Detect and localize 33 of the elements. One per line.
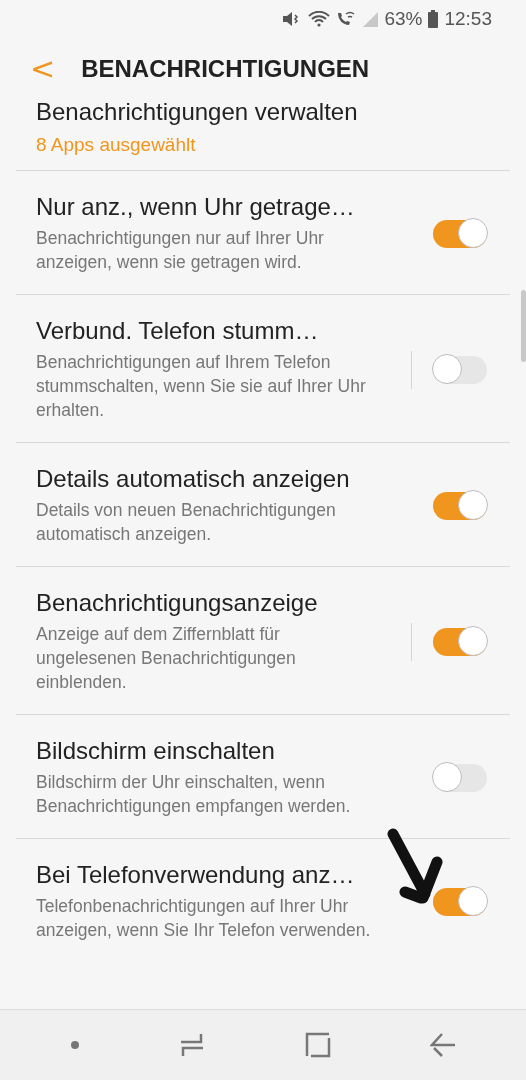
setting-title: Bei Telefonverwendung anz… bbox=[36, 861, 356, 889]
setting-description: Anzeige auf dem Ziffernblatt für ungelesenen Benachrichtigungen einblenden. bbox=[36, 623, 297, 694]
wifi-icon bbox=[308, 11, 331, 27]
setting-title: Bildschirm einschalten bbox=[36, 737, 276, 765]
setting-description: Telefonbenachrichtigungen auf Ihrer Uhr anzeigen, wenn Sie Ihr Telefon verwenden. bbox=[36, 895, 372, 942]
setting-title: Benachrichtigungen verwalten bbox=[36, 100, 359, 126]
setting-title: Verbund. Telefon stumm… bbox=[36, 317, 320, 345]
screen-title: BENACHRICHTIGUNGEN bbox=[81, 55, 370, 83]
toggle-switch[interactable] bbox=[433, 491, 487, 520]
signal-icon bbox=[362, 11, 379, 27]
setting-value: 8 Apps ausgewählt bbox=[36, 134, 197, 156]
back-button[interactable]: < bbox=[30, 54, 56, 84]
setting-description: Benachrichtigungen nur auf Ihrer Uhr anzeigen, wenn sie getragen wird. bbox=[36, 227, 325, 274]
back-icon[interactable] bbox=[430, 1032, 457, 1058]
battery-icon bbox=[428, 10, 439, 28]
toggle-switch[interactable] bbox=[433, 627, 487, 656]
setting-description: Benachrichtigungen auf Ihrem Telefon stummschalten, wenn Sie sie auf Ihrer Uhr erhalten. bbox=[36, 351, 367, 422]
setting-description: Details von neuen Benachrichtigungen automatisch anzeigen. bbox=[36, 499, 337, 546]
scroll-bar bbox=[521, 290, 526, 362]
setting-description: Bildschirm der Uhr einschalten, wenn Benachrichtigungen empfangen werden. bbox=[36, 771, 352, 818]
battery-percent: 63% bbox=[384, 8, 423, 30]
toggle-switch[interactable] bbox=[433, 355, 487, 384]
setting-title: Nur anz., wenn Uhr getrage… bbox=[36, 193, 356, 221]
clock: 12:53 bbox=[444, 8, 492, 30]
toggle-switch[interactable] bbox=[433, 887, 487, 916]
home-icon[interactable] bbox=[304, 1032, 331, 1058]
toggle-switch[interactable] bbox=[433, 219, 487, 248]
wifi-call-icon bbox=[336, 11, 357, 27]
setting-title: Benachrichtigungsanzeige bbox=[36, 589, 319, 617]
setting-title: Details automatisch anzeigen bbox=[36, 465, 351, 493]
dot-icon[interactable] bbox=[69, 1040, 80, 1050]
recent-apps-icon[interactable] bbox=[179, 1032, 206, 1058]
toggle-switch[interactable] bbox=[433, 763, 487, 792]
